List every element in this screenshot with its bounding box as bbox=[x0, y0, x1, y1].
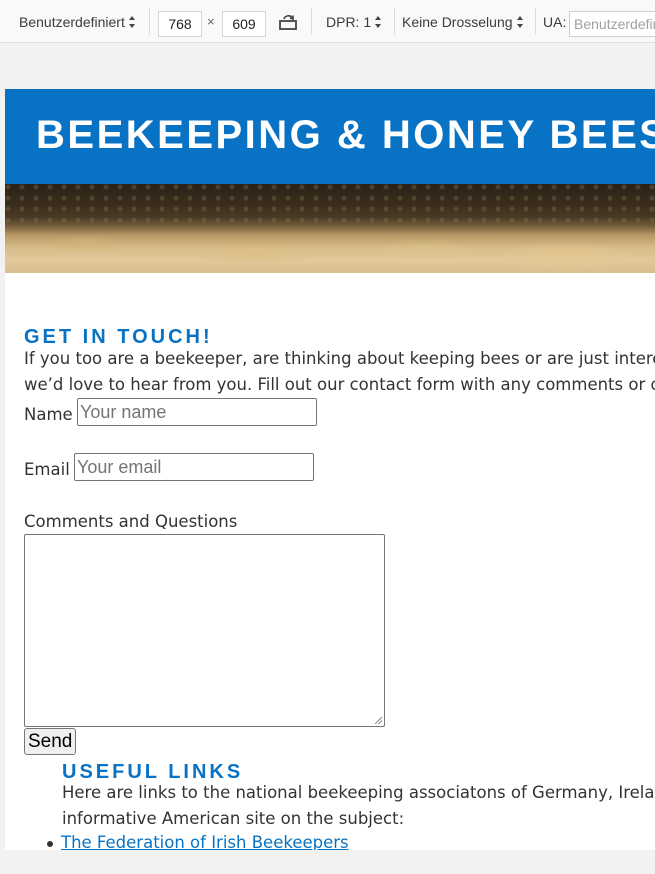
height-input[interactable]: 609 bbox=[222, 11, 266, 37]
contact-intro-line-1: If you too are a beekeeper, are thinking… bbox=[24, 349, 655, 368]
name-label: Name bbox=[24, 405, 73, 424]
dpr-select[interactable]: DPR: 1 bbox=[326, 0, 382, 43]
toolbar-divider bbox=[535, 8, 536, 35]
rotate-button[interactable] bbox=[278, 0, 298, 43]
list-bullet-icon bbox=[47, 841, 53, 847]
ua-label: UA: bbox=[543, 13, 567, 30]
device-select-label: Benutzerdefiniert bbox=[19, 13, 125, 30]
site-title: BEEKEEPING & HONEY BEES bbox=[36, 113, 655, 157]
email-label: Email bbox=[24, 460, 70, 479]
toolbar-divider bbox=[311, 8, 312, 35]
email-input[interactable]: Your email bbox=[74, 453, 314, 481]
select-arrows-icon bbox=[375, 15, 382, 28]
resize-grip-icon[interactable] bbox=[375, 717, 382, 724]
rotate-icon bbox=[279, 14, 297, 30]
select-arrows-icon bbox=[128, 15, 136, 28]
hero-image-texture bbox=[5, 184, 655, 229]
device-select[interactable]: Benutzerdefiniert bbox=[19, 0, 136, 43]
link-irish-beekeepers[interactable]: The Federation of Irish Beekeepers bbox=[61, 833, 349, 850]
throttling-label: Keine Drosselung bbox=[402, 13, 513, 30]
toolbar-divider bbox=[394, 8, 395, 35]
name-input[interactable]: Your name bbox=[77, 398, 317, 426]
responsive-toolbar: Benutzerdefiniert 768 × 609 DPR: 1 Keine… bbox=[0, 0, 655, 43]
page-viewport: BEEKEEPING & HONEY BEES GET IN TOUCH! If… bbox=[5, 89, 655, 850]
width-input[interactable]: 768 bbox=[158, 11, 202, 37]
site-banner: BEEKEEPING & HONEY BEES bbox=[5, 89, 655, 184]
dpr-label: DPR: 1 bbox=[326, 13, 372, 30]
user-agent-input[interactable]: Benutzerdefiniert bbox=[569, 11, 655, 37]
send-button[interactable]: Send bbox=[24, 728, 77, 755]
contact-intro-line-2: we’d love to hear from you. Fill out our… bbox=[24, 375, 655, 394]
dimension-separator: × bbox=[207, 14, 215, 29]
toolbar-divider bbox=[149, 8, 150, 35]
links-intro-line-2: informative American site on the subject… bbox=[62, 809, 405, 828]
throttling-select[interactable]: Keine Drosselung bbox=[402, 0, 524, 43]
comments-label: Comments and Questions bbox=[24, 512, 238, 531]
links-intro-line-1: Here are links to the national beekeepin… bbox=[62, 783, 655, 802]
select-arrows-icon bbox=[516, 15, 524, 28]
comments-textarea[interactable] bbox=[24, 534, 385, 727]
